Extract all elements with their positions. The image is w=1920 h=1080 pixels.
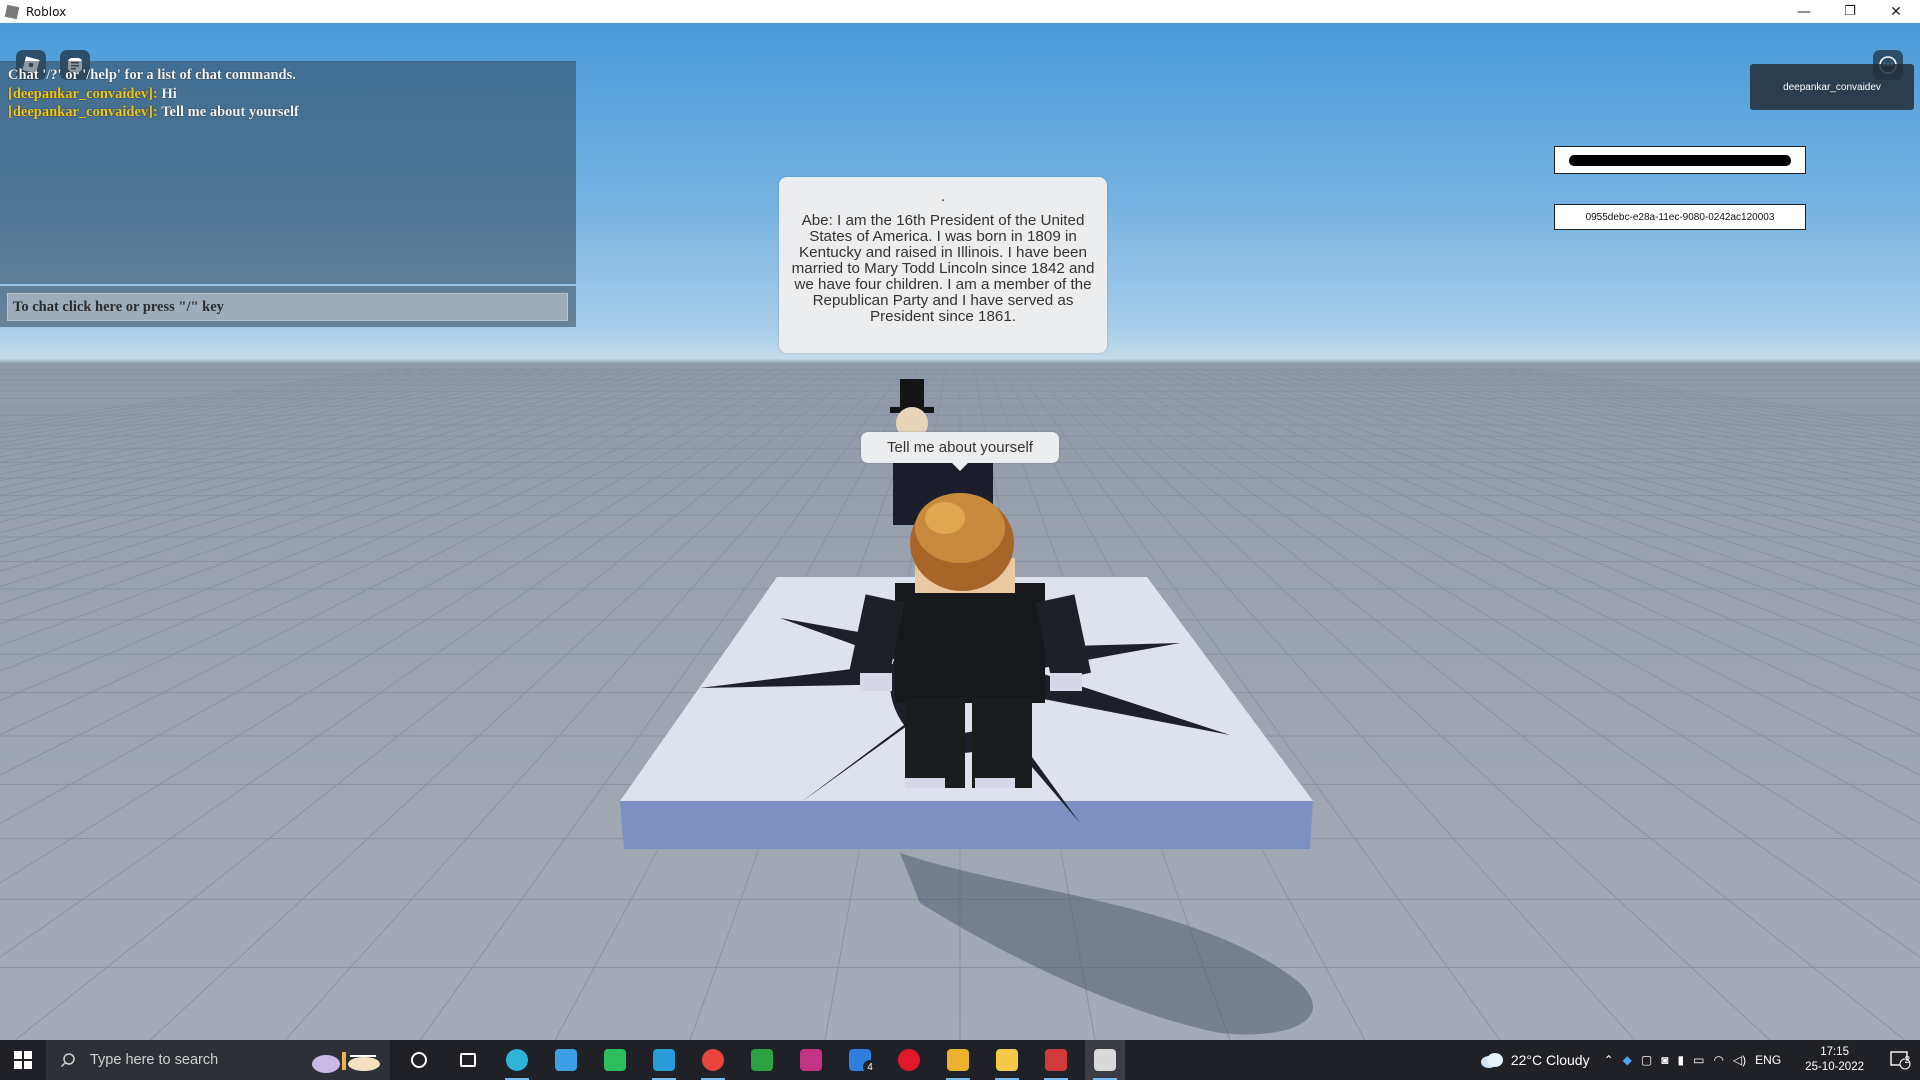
- taskbar-app-todo[interactable]: 4: [840, 1040, 880, 1080]
- chat-message: [deepankar_convaidev]: Hi: [8, 85, 568, 104]
- camera-icon[interactable]: ◙: [1661, 1053, 1668, 1067]
- windows-taskbar: Type here to search 4 22°C Cloudy ⌃ ◆ ▢ …: [0, 1040, 1920, 1080]
- taskbar-app-evernote[interactable]: [595, 1040, 635, 1080]
- chat-bar: To chat click here or press "/" key: [0, 286, 576, 327]
- volume-icon[interactable]: ◁): [1733, 1053, 1746, 1067]
- search-highlight-icon: [312, 1052, 380, 1073]
- weather-text: 22°C Cloudy: [1510, 1052, 1590, 1068]
- microphone-icon[interactable]: ▮: [1677, 1053, 1684, 1067]
- search-placeholder: Type here to search: [90, 1052, 219, 1068]
- weather-widget[interactable]: 22°C Cloudy: [1479, 1051, 1590, 1069]
- notification-button[interactable]: 2: [1880, 1040, 1920, 1080]
- taskbar-search-box[interactable]: Type here to search: [46, 1040, 390, 1080]
- chat-window: Chat '/?' or '/help' for a list of chat …: [0, 61, 576, 284]
- taskbar-app-opera[interactable]: [889, 1040, 929, 1080]
- taskbar-app-edge[interactable]: [497, 1040, 537, 1080]
- restore-button[interactable]: ❐: [1827, 0, 1873, 23]
- taskbar-apps: 4: [390, 1040, 1125, 1080]
- chevron-up-icon[interactable]: ⌃: [1604, 1053, 1614, 1067]
- cloud-icon: [1480, 1053, 1503, 1068]
- chat-sender-name[interactable]: [deepankar_convaidev]:: [8, 86, 158, 102]
- edge-icon: [506, 1049, 528, 1071]
- vscode-icon: [653, 1049, 675, 1071]
- platform-side: [620, 801, 1313, 849]
- chat-message-text: Hi: [161, 85, 177, 102]
- taskbar-app-roblox[interactable]: [1085, 1040, 1125, 1080]
- window-title: Roblox: [26, 4, 67, 19]
- roblox-app-icon: [4, 4, 20, 19]
- evernote-icon: [604, 1049, 626, 1071]
- chat-system-message: Chat '/?' or '/help' for a list of chat …: [8, 67, 296, 83]
- dropbox-icon[interactable]: ◆: [1623, 1053, 1632, 1067]
- tray-icons: ⌃ ◆ ▢ ◙ ▮ ▭ ◠ ◁) ENG: [1604, 1053, 1782, 1067]
- taskbar-app-store[interactable]: [546, 1040, 586, 1080]
- search-icon: [60, 1053, 75, 1068]
- opera-icon: [898, 1049, 920, 1071]
- progress-box: [1554, 146, 1806, 174]
- taskbar-app-roblox-studio[interactable]: [1036, 1040, 1076, 1080]
- npc-reply-text: Abe: I am the 16th President of the Unit…: [791, 212, 1095, 325]
- todo-badge: 4: [863, 1060, 877, 1074]
- store-icon: [555, 1049, 577, 1071]
- npc-speech-bubble: . Abe: I am the 16th President of the Un…: [779, 177, 1107, 353]
- start-button[interactable]: [0, 1040, 46, 1080]
- player-message-text: Tell me about yourself: [887, 439, 1033, 456]
- windows-icon: [14, 1051, 32, 1069]
- taskbar-app-chrome[interactable]: [693, 1040, 733, 1080]
- system-tray: 22°C Cloudy ⌃ ◆ ▢ ◙ ▮ ▭ ◠ ◁) ENG 17:15 2…: [1479, 1040, 1920, 1080]
- chat-message-text: Tell me about yourself: [161, 104, 299, 120]
- language-indicator[interactable]: ENG: [1755, 1053, 1781, 1067]
- taskbar-app-instagram[interactable]: [791, 1040, 831, 1080]
- task-view-icon: [460, 1053, 476, 1067]
- progress-bar: [1569, 154, 1791, 166]
- bubble-dot: .: [940, 188, 946, 205]
- chrome-icon: [702, 1049, 724, 1071]
- slack-icon: [947, 1049, 969, 1071]
- player-list[interactable]: deepankar_convaidev: [1750, 64, 1914, 110]
- taskbar-app-vscode[interactable]: [644, 1040, 684, 1080]
- session-id-box: 0955debc-e28a-11ec-9080-0242ac120003: [1554, 204, 1806, 230]
- player-name: deepankar_convaidev: [1783, 81, 1881, 93]
- clock-date: 25-10-2022: [1805, 1061, 1864, 1073]
- close-button[interactable]: ✕: [1873, 0, 1919, 23]
- chat-input[interactable]: To chat click here or press "/" key: [7, 293, 568, 321]
- roblox-studio-icon: [1045, 1049, 1067, 1071]
- taskbar-app-slack[interactable]: [938, 1040, 978, 1080]
- taskbar-app-xbox[interactable]: [742, 1040, 782, 1080]
- battery-icon[interactable]: ▭: [1693, 1053, 1704, 1067]
- teams-icon[interactable]: ▢: [1641, 1053, 1652, 1067]
- chat-sender-name[interactable]: [deepankar_convaidev]:: [8, 104, 158, 120]
- file-explorer-icon: [996, 1049, 1018, 1071]
- xbox-icon: [751, 1049, 773, 1071]
- taskbar-app-cortana[interactable]: [399, 1040, 439, 1080]
- roblox-icon: [1094, 1049, 1116, 1071]
- clock[interactable]: 17:15 25-10-2022: [1805, 1045, 1864, 1075]
- taskbar-app-task-view[interactable]: [448, 1040, 488, 1080]
- player-speech-bubble: Tell me about yourself: [861, 432, 1059, 463]
- taskbar-app-file-explorer[interactable]: [987, 1040, 1027, 1080]
- clock-time: 17:15: [1820, 1046, 1849, 1058]
- game-viewport[interactable]: Chat '/?' or '/help' for a list of chat …: [0, 23, 1920, 1040]
- minimize-button[interactable]: —: [1781, 0, 1827, 23]
- wifi-icon[interactable]: ◠: [1713, 1053, 1723, 1067]
- bubble-tail: [952, 463, 968, 471]
- cortana-icon: [411, 1052, 427, 1068]
- instagram-icon: [800, 1049, 822, 1071]
- chat-message: [deepankar_convaidev]: Tell me about you…: [8, 103, 568, 122]
- title-bar: Roblox — ❐ ✕: [0, 0, 1920, 23]
- notification-count: 2: [1904, 1054, 1910, 1066]
